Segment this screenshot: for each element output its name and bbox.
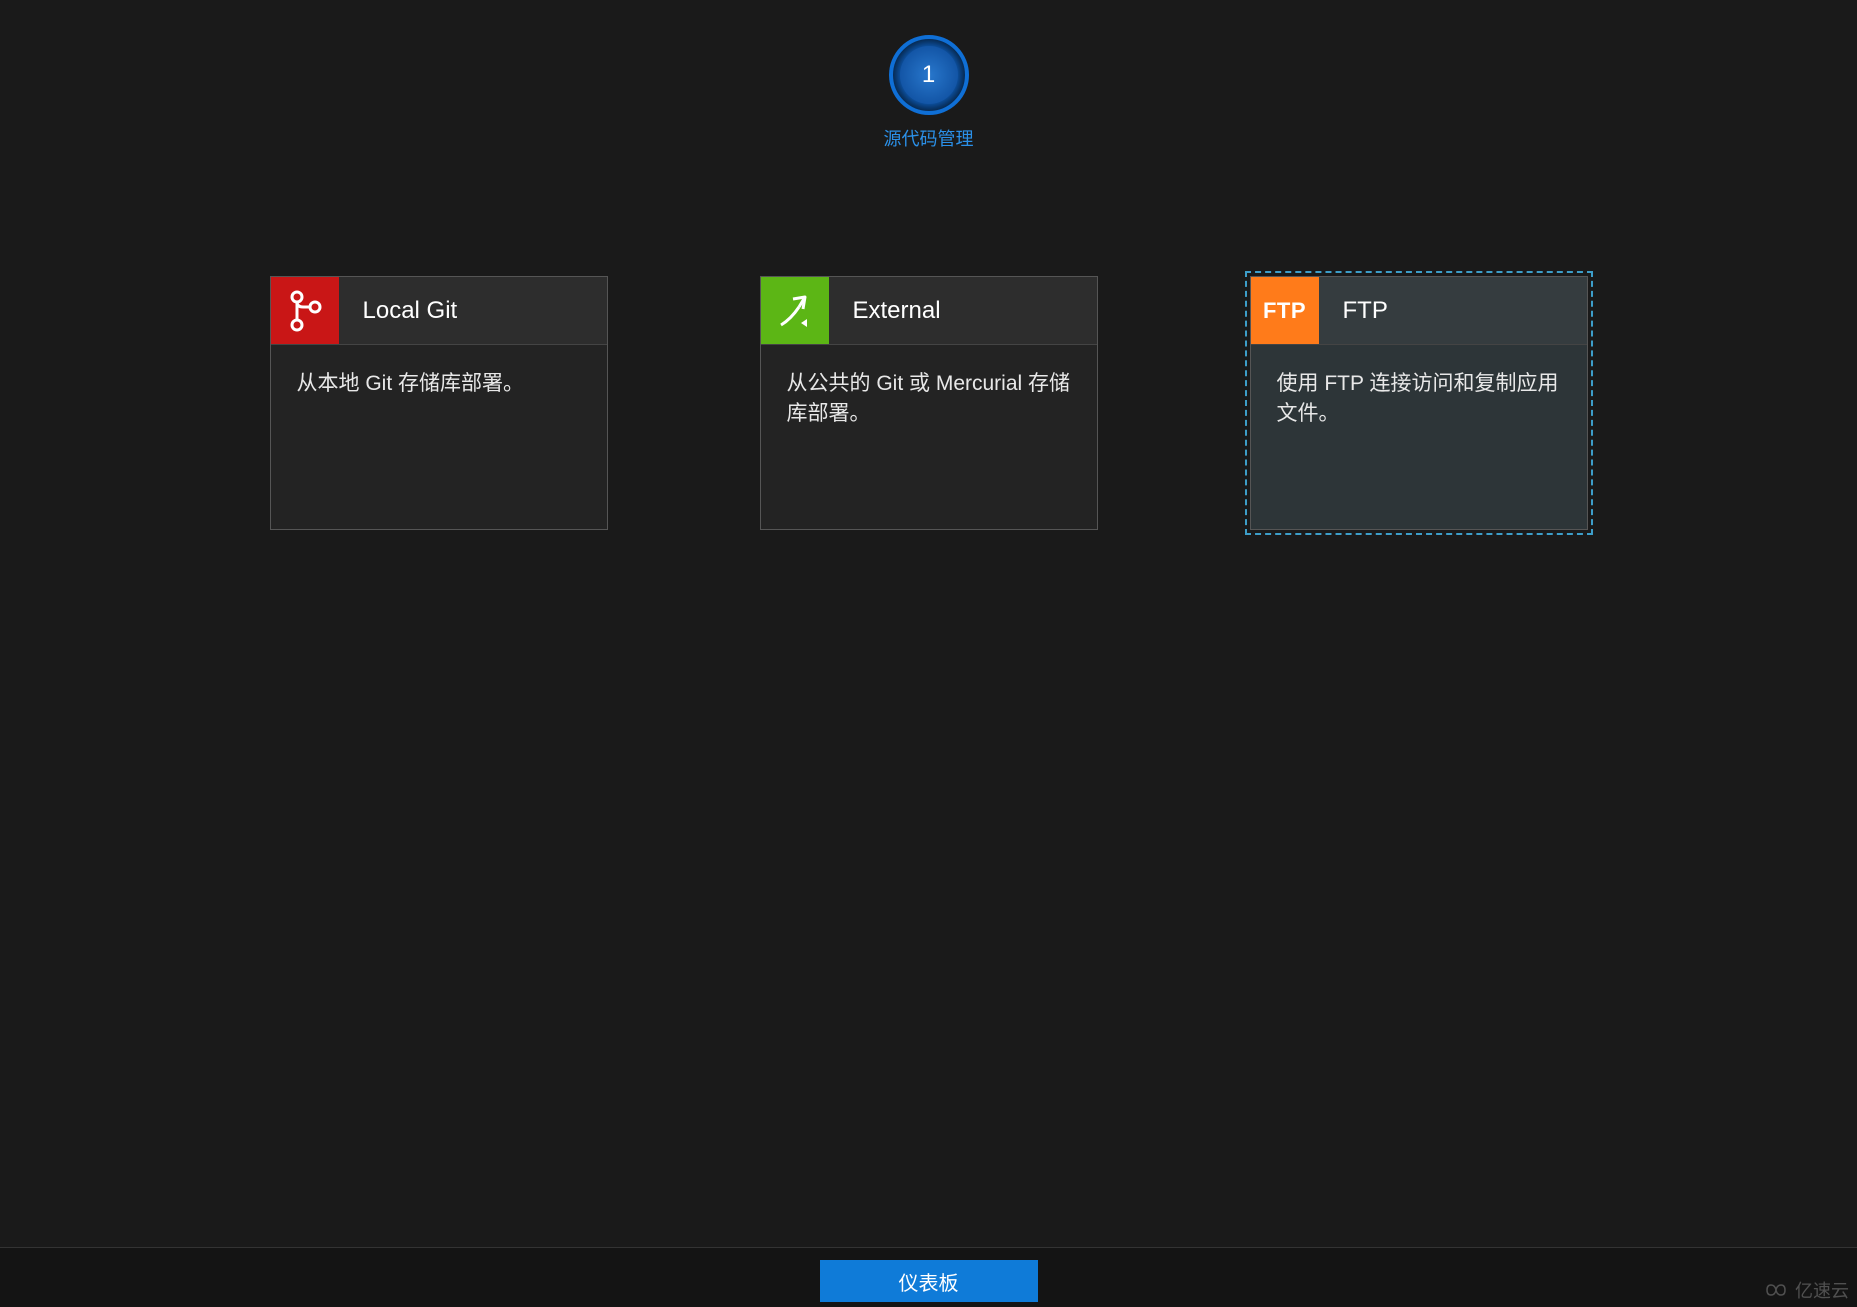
wizard-step-header: 1 源代码管理 xyxy=(0,0,1857,151)
option-card-ftp[interactable]: FTP FTP 使用 FTP 连接访问和复制应用文件。 xyxy=(1250,276,1588,530)
card-description: 从公共的 Git 或 Mercurial 存储库部署。 xyxy=(761,345,1097,454)
bottom-bar: 仪表板 xyxy=(0,1247,1857,1307)
card-header: FTP FTP xyxy=(1251,277,1587,345)
step-label: 源代码管理 xyxy=(884,125,974,151)
step-number: 1 xyxy=(900,46,958,104)
card-header: Local Git xyxy=(271,277,607,345)
card-title: Local Git xyxy=(339,277,607,344)
option-card-local-git[interactable]: Local Git 从本地 Git 存储库部署。 xyxy=(270,276,608,530)
ftp-icon-text: FTP xyxy=(1263,298,1306,324)
dashboard-button[interactable]: 仪表板 xyxy=(820,1260,1038,1302)
card-description: 使用 FTP 连接访问和复制应用文件。 xyxy=(1251,345,1587,454)
infinity-icon xyxy=(1763,1281,1789,1299)
card-title: External xyxy=(829,277,1097,344)
card-description: 从本地 Git 存储库部署。 xyxy=(271,345,607,423)
card-title: FTP xyxy=(1319,277,1587,344)
watermark-text: 亿速云 xyxy=(1795,1277,1849,1303)
source-options-row: Local Git 从本地 Git 存储库部署。 External 从公共的 G… xyxy=(0,276,1857,530)
git-branch-icon xyxy=(271,277,339,344)
card-header: External xyxy=(761,277,1097,345)
external-link-icon xyxy=(761,277,829,344)
watermark: 亿速云 xyxy=(1763,1277,1849,1303)
step-indicator: 1 xyxy=(889,35,969,115)
option-card-external[interactable]: External 从公共的 Git 或 Mercurial 存储库部署。 xyxy=(760,276,1098,530)
ftp-icon: FTP xyxy=(1251,277,1319,344)
